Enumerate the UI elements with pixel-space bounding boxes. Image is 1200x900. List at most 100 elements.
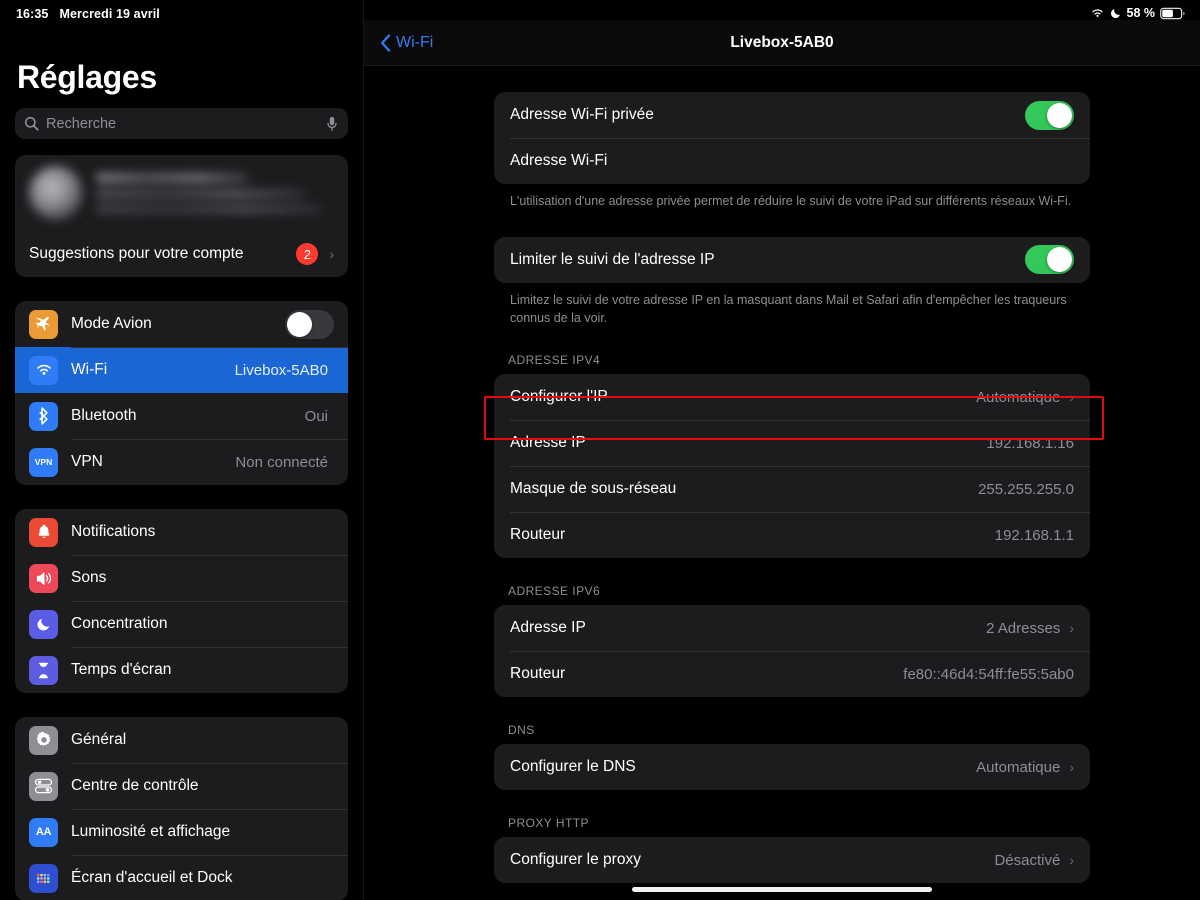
chevron-right-icon: › [1069,852,1074,869]
row-label: Configurer l'IP [510,388,608,406]
card-private-address: Adresse Wi-Fi privée Adresse Wi-Fi [494,92,1090,184]
account-row[interactable] [15,155,348,231]
row-limiter-suivi-ip[interactable]: Limiter le suivi de l'adresse IP [494,237,1090,283]
section-header-ipv6: ADRESSE IPV6 [508,584,601,599]
section-ipv4: ADRESSE IPV4 Configurer l'IP Automatique… [484,353,1104,559]
status-badge: 2 [296,243,319,265]
account-suggestions-label: Suggestions pour votre compte [29,245,244,262]
sidebar-item-value: Oui [304,407,328,425]
row-value: Automatique [976,758,1061,776]
section-dns: DNS Configurer le DNS Automatique › [494,723,1090,791]
wifi-icon [1090,7,1105,19]
airplane-icon [29,309,58,339]
battery-percent: 58 % [1126,6,1156,20]
row-label: Configurer le DNS [510,758,636,776]
status-date: Mercredi 19 avril [59,7,160,21]
sidebar-item-temps-decran[interactable]: Temps d'écran [15,647,348,693]
sidebar-item-notifications[interactable]: Notifications [15,509,348,555]
sidebar-item-value: Livebox-5AB0 [234,361,328,379]
section-header-proxy: PROXY HTTP [508,816,589,831]
chevron-left-icon [380,33,391,52]
section-ipv6: ADRESSE IPV6 Adresse IP 2 Adresses › Rou… [494,584,1090,698]
sidebar-item-label: Wi-Fi [71,361,108,378]
search-placeholder: Recherche [46,115,117,132]
sliders-icon [29,771,58,801]
ipad-settings-screen: 16:35 Mercredi 19 avril Réglages Recherc… [0,0,1200,900]
sidebar-item-bluetooth[interactable]: Bluetooth Oui [15,393,348,439]
avatar [29,166,83,220]
page-title: Réglages [17,59,157,95]
moon-icon [29,609,58,639]
sidebar-group-connectivity: Mode Avion Wi-Fi Livebox-5AB0 Bluetooth … [15,301,348,485]
section-proxy: PROXY HTTP Configurer le proxy Désactivé… [494,816,1090,884]
sidebar-item-label: Notifications [71,523,156,540]
row-value: 192.168.1.16 [986,434,1074,452]
airplane-mode-toggle[interactable] [285,309,334,339]
search-input[interactable]: Recherche [15,108,348,139]
row-label: Adresse IP [510,434,586,452]
chevron-right-icon: › [1069,620,1074,637]
sidebar-item-label: Luminosité et affichage [71,823,231,840]
section-ip-tracking: Limiter le suivi de l'adresse IP Limitez… [494,236,1090,328]
sidebar-item-sons[interactable]: Sons [15,555,348,601]
card-proxy: Configurer le proxy Désactivé › [494,837,1090,884]
search-icon [24,116,39,131]
sidebar-group-notifications: Notifications Sons Concentration Temps d… [15,509,348,693]
card-ipv6: Adresse IP 2 Adresses › Routeur fe80::46… [494,605,1090,698]
row-configurer-dns[interactable]: Configurer le DNS Automatique › [494,744,1090,790]
private-address-toggle[interactable] [1025,100,1074,130]
search-wrapper: Recherche [0,96,363,139]
sidebar-item-label: Général [71,731,127,748]
row-adresse-ip-v4[interactable]: Adresse IP 192.168.1.16 [494,420,1090,466]
back-button[interactable]: Wi-Fi [364,34,433,52]
row-value: 2 Adresses [986,619,1061,637]
bell-icon [29,517,58,547]
card-dns: Configurer le DNS Automatique › [494,744,1090,791]
back-label: Wi-Fi [396,33,434,51]
sidebar-item-general[interactable]: Général [15,717,348,763]
row-masque-sous-reseau[interactable]: Masque de sous-réseau 255.255.255.0 [494,466,1090,512]
row-label: Limiter le suivi de l'adresse IP [510,250,715,268]
status-bar-left: 16:35 Mercredi 19 avril [0,0,363,21]
microphone-icon[interactable] [325,116,339,132]
sidebar-item-label: Concentration [71,615,168,632]
battery-icon [1160,7,1186,20]
row-adresse-ip-v6[interactable]: Adresse IP 2 Adresses › [494,605,1090,651]
account-blurred-text [96,173,334,213]
section-private-address: Adresse Wi-Fi privée Adresse Wi-Fi L'uti… [494,92,1090,211]
sidebar-item-ecran-accueil[interactable]: Écran d'accueil et Dock [15,855,348,900]
gear-icon [29,725,58,755]
row-configurer-ip[interactable]: Configurer l'IP Automatique › [494,374,1090,420]
ip-tracking-toggle[interactable] [1025,245,1074,275]
footnote-ip-tracking: Limitez le suivi de votre adresse IP en … [510,292,1067,325]
sidebar-item-wifi[interactable]: Wi-Fi Livebox-5AB0 [15,347,348,393]
account-suggestions-row[interactable]: Suggestions pour votre compte 2 › [15,231,348,277]
hourglass-icon [29,655,58,685]
sidebar-item-luminosite[interactable]: AA Luminosité et affichage [15,809,348,855]
row-adresse-wifi-privee[interactable]: Adresse Wi-Fi privée [494,92,1090,138]
sidebar-item-centre-de-controle[interactable]: Centre de contrôle [15,763,348,809]
navigation-bar: Wi-Fi Livebox-5AB0 [364,20,1200,66]
row-label: Routeur [510,665,566,683]
row-label: Adresse IP [510,619,586,637]
speaker-icon [29,563,58,593]
row-routeur-v4[interactable]: Routeur 192.168.1.1 [494,512,1090,558]
status-bar-right: 58 % [364,0,1200,20]
account-card: Suggestions pour votre compte 2 › [15,155,348,277]
row-configurer-proxy[interactable]: Configurer le proxy Désactivé › [494,837,1090,883]
sidebar-item-label: Mode Avion [71,315,152,332]
row-routeur-v6[interactable]: Routeur fe80::46d4:54ff:fe55:5ab0 [494,651,1090,697]
sidebar-item-concentration[interactable]: Concentration [15,601,348,647]
home-indicator[interactable] [632,887,932,892]
sidebar-item-vpn[interactable]: VPN VPN Non connecté [15,439,348,485]
detail-title: Livebox-5AB0 [730,33,834,51]
card-ip-tracking: Limiter le suivi de l'adresse IP [494,236,1090,283]
sidebar-item-label: Bluetooth [71,407,137,424]
row-label: Masque de sous-réseau [510,480,677,498]
sidebar-item-label: Centre de contrôle [71,777,199,794]
bluetooth-icon [29,401,58,431]
section-header-dns: DNS [508,723,535,738]
sidebar-item-mode-avion[interactable]: Mode Avion [15,301,348,347]
row-value: Automatique [976,388,1061,406]
row-adresse-wifi[interactable]: Adresse Wi-Fi [494,138,1090,184]
